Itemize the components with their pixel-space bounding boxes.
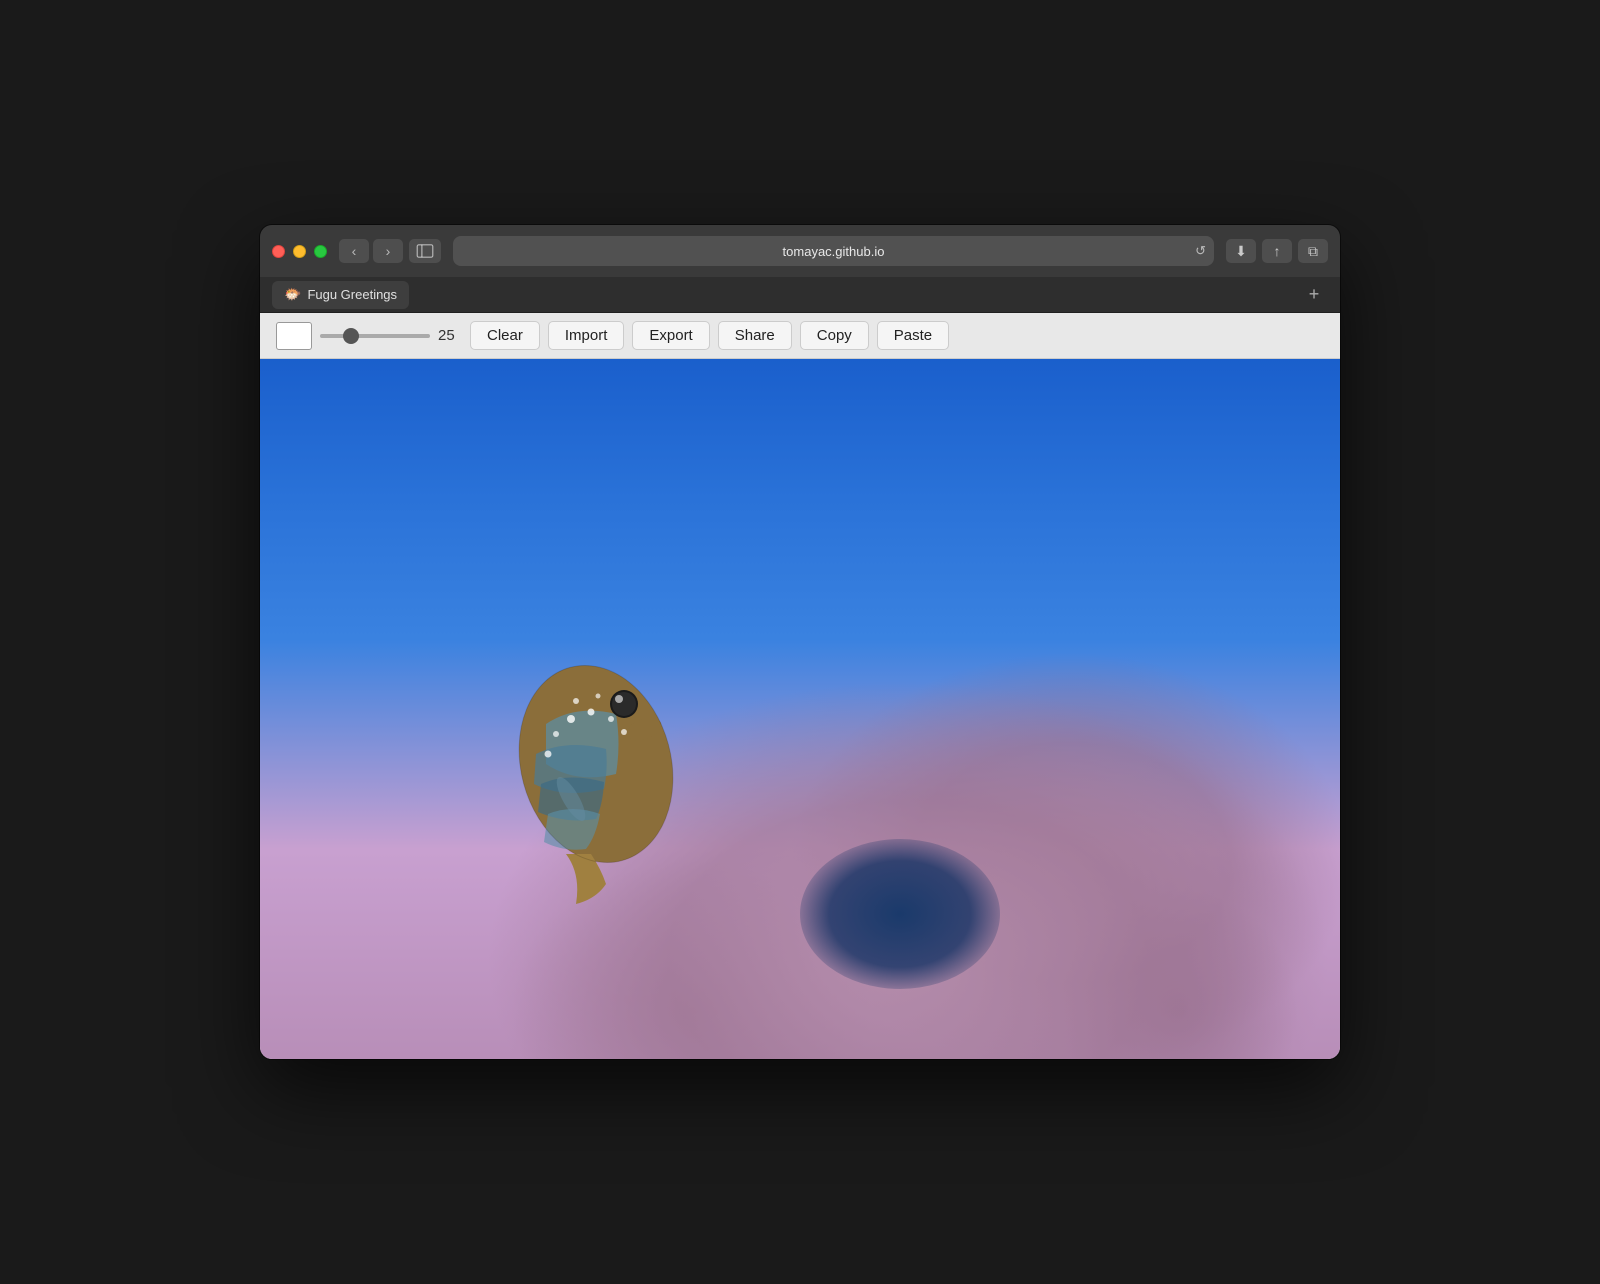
- new-tab-button[interactable]: +: [1300, 281, 1328, 309]
- brush-size-slider[interactable]: [320, 334, 430, 338]
- app-toolbar: 25 Clear Import Export Share Copy Paste: [260, 313, 1340, 359]
- export-button[interactable]: Export: [632, 321, 709, 350]
- brush-size-value: 25: [438, 327, 462, 344]
- back-button[interactable]: ‹: [339, 239, 369, 263]
- paste-button[interactable]: Paste: [877, 321, 949, 350]
- url-text: tomayac.github.io: [783, 244, 885, 259]
- close-button[interactable]: [272, 245, 285, 258]
- app-container: 25 Clear Import Export Share Copy Paste: [260, 313, 1340, 1059]
- drawing-canvas[interactable]: [260, 359, 1340, 1059]
- address-bar[interactable]: tomayac.github.io ↺: [453, 236, 1214, 266]
- download-button[interactable]: ⬇: [1226, 239, 1256, 263]
- tab-overview-button[interactable]: ⧉: [1298, 239, 1328, 263]
- forward-button[interactable]: ›: [373, 239, 403, 263]
- reload-button[interactable]: ↺: [1195, 243, 1206, 259]
- sidebar-toggle-button[interactable]: [409, 239, 441, 263]
- tab-favicon: 🐡: [284, 286, 301, 303]
- maximize-button[interactable]: [314, 245, 327, 258]
- minimize-button[interactable]: [293, 245, 306, 258]
- coral-background: [260, 569, 1340, 1059]
- import-button[interactable]: Import: [548, 321, 625, 350]
- clear-button[interactable]: Clear: [470, 321, 540, 350]
- tabbar: 🐡 Fugu Greetings +: [260, 277, 1340, 313]
- browser-actions: ⬇ ↑ ⧉: [1226, 239, 1328, 263]
- tab-title: Fugu Greetings: [307, 287, 397, 302]
- traffic-lights: [272, 245, 327, 258]
- copy-button[interactable]: Copy: [800, 321, 869, 350]
- nav-buttons: ‹ ›: [339, 239, 403, 263]
- share-drawing-button[interactable]: Share: [718, 321, 792, 350]
- titlebar: ‹ › tomayac.github.io ↺ ⬇ ↑ ⧉: [260, 225, 1340, 277]
- fish-illustration: [476, 604, 756, 984]
- browser-window: ‹ › tomayac.github.io ↺ ⬇ ↑ ⧉ 🐡 Fugu Gre…: [260, 225, 1340, 1059]
- dark-water-blob: [800, 839, 1000, 989]
- share-button[interactable]: ↑: [1262, 239, 1292, 263]
- color-picker[interactable]: [276, 322, 312, 350]
- active-tab[interactable]: 🐡 Fugu Greetings: [272, 281, 409, 309]
- fish-scene: [260, 359, 1340, 1059]
